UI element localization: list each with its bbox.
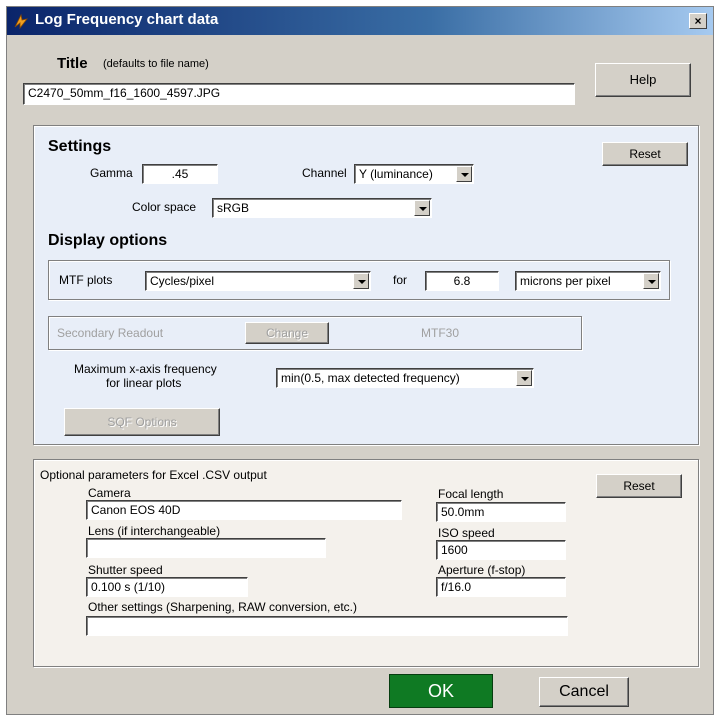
chevron-down-icon[interactable] — [353, 273, 369, 289]
aperture-label: Aperture (f-stop) — [438, 563, 526, 577]
title-hint: (defaults to file name) — [103, 58, 209, 70]
max-freq-label-line2: for linear plots — [106, 376, 182, 390]
params-panel: Optional parameters for Excel .CSV outpu… — [33, 459, 699, 667]
settings-reset-button[interactable]: Reset — [602, 142, 688, 166]
channel-select[interactable]: Y (luminance) — [354, 164, 474, 184]
settings-heading: Settings — [48, 138, 112, 155]
colorspace-value: sRGB — [217, 201, 250, 215]
params-reset-button[interactable]: Reset — [596, 474, 682, 498]
app-icon — [14, 13, 28, 29]
focal-length-label: Focal length — [438, 487, 504, 501]
title-bar: Log Frequency chart data × — [7, 7, 713, 35]
gamma-input[interactable]: .45 — [142, 164, 218, 184]
channel-label: Channel — [302, 166, 347, 180]
display-options-heading: Display options — [48, 232, 168, 249]
pixel-units-select[interactable]: microns per pixel — [515, 271, 661, 291]
other-settings-input[interactable] — [86, 616, 568, 636]
colorspace-select[interactable]: sRGB — [212, 198, 432, 218]
mtf-plots-value: Cycles/pixel — [150, 274, 215, 288]
mtf-plots-group: MTF plots Cycles/pixel for 6.8 microns p… — [48, 260, 670, 300]
dialog-window: Log Frequency chart data × Title (defaul… — [6, 6, 714, 715]
pixel-units-value: microns per pixel — [520, 274, 611, 288]
max-freq-label-line1: Maximum x-axis frequency — [74, 362, 217, 376]
iso-input[interactable]: 1600 — [436, 540, 566, 560]
close-button[interactable]: × — [689, 13, 707, 29]
chevron-down-icon[interactable] — [414, 200, 430, 216]
shutter-input[interactable]: 0.100 s (1/10) — [86, 577, 248, 597]
cancel-button[interactable]: Cancel — [539, 677, 629, 707]
secondary-readout-label: Secondary Readout — [57, 326, 164, 340]
ok-button[interactable]: OK — [389, 674, 493, 708]
params-heading: Optional parameters for Excel .CSV outpu… — [40, 468, 267, 482]
camera-input[interactable]: Canon EOS 40D — [86, 500, 402, 520]
mtf-plots-label: MTF plots — [59, 273, 113, 287]
chevron-down-icon[interactable] — [516, 370, 532, 386]
iso-label: ISO speed — [438, 526, 495, 540]
lens-label: Lens (if interchangeable) — [88, 524, 221, 538]
mtf-plots-select[interactable]: Cycles/pixel — [145, 271, 371, 291]
colorspace-label: Color space — [132, 200, 197, 214]
other-settings-label: Other settings (Sharpening, RAW conversi… — [88, 600, 358, 614]
change-button[interactable]: Change — [245, 322, 329, 344]
max-freq-value: min(0.5, max detected frequency) — [281, 371, 460, 385]
help-button[interactable]: Help — [595, 63, 691, 97]
camera-label: Camera — [88, 486, 131, 500]
max-freq-select[interactable]: min(0.5, max detected frequency) — [276, 368, 534, 388]
pixel-size-input[interactable]: 6.8 — [425, 271, 499, 291]
chevron-down-icon[interactable] — [643, 273, 659, 289]
focal-length-input[interactable]: 50.0mm — [436, 502, 566, 522]
title-input[interactable]: C2470_50mm_f16_1600_4597.JPG — [23, 83, 575, 105]
for-label: for — [393, 273, 408, 287]
lens-input[interactable] — [86, 538, 326, 558]
sqf-options-button[interactable]: SQF Options — [64, 408, 220, 436]
gamma-label: Gamma — [90, 166, 133, 180]
channel-value: Y (luminance) — [359, 167, 433, 181]
secondary-readout-group: Secondary Readout Change MTF30 — [48, 316, 582, 350]
aperture-input[interactable]: f/16.0 — [436, 577, 566, 597]
chevron-down-icon[interactable] — [456, 166, 472, 182]
window-title: Log Frequency chart data — [35, 11, 219, 28]
shutter-label: Shutter speed — [88, 563, 163, 577]
title-label: Title — [57, 55, 88, 72]
settings-panel: Settings Reset Gamma .45 Channel Y (lumi… — [33, 125, 699, 445]
secondary-readout-value: MTF30 — [421, 326, 460, 340]
